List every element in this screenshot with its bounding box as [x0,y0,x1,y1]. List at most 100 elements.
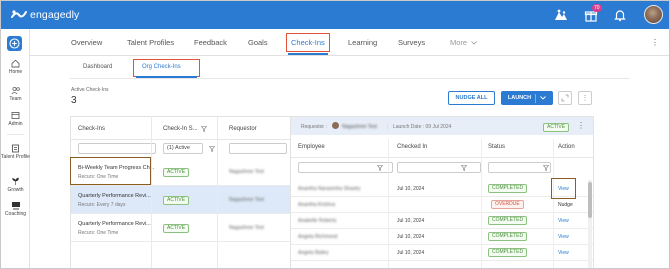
requestor-name: Nagashree Test [229,169,264,175]
nudge-link[interactable]: Nudge [558,202,573,208]
table-row: Anabelle Roberts Jul 10, 2024 COMPLETED … [291,213,593,229]
tab-goals[interactable]: Goals [248,38,268,47]
rail-label-admin: Admin [8,121,23,127]
filter-icon[interactable] [209,146,215,152]
rail-item-growth[interactable]: Growth [1,177,30,193]
subtab-dashboard[interactable]: Dashboard [83,64,112,70]
tab-surveys[interactable]: Surveys [398,38,425,47]
highlight-box-org-check-ins [133,59,200,77]
status-badge: ACTIVE [163,168,190,177]
launch-label: LAUNCH [507,95,532,101]
brand-logo[interactable]: engagedly [11,8,79,21]
main-nav: Overview Talent Profiles Feedback Goals … [30,29,669,56]
growth-icon [12,177,19,185]
subtab-underline [136,76,197,78]
check-in-name-filter[interactable] [78,143,156,154]
view-link[interactable]: View [558,250,569,256]
rail-item-coaching[interactable]: Coaching [1,201,30,217]
create-button[interactable] [7,36,22,51]
gift-icon[interactable]: 70 [584,4,602,22]
check-in-recurrence: Recurs: One Time [78,230,119,236]
rail-item-team[interactable]: Team [1,86,30,102]
view-link[interactable]: View [558,218,569,224]
main-content: Dashboard Org Check-Ins Active Check-Ins… [30,56,669,268]
col-header-status: Status [488,144,506,150]
launch-divider [535,93,537,103]
tab-talent-profiles[interactable]: Talent Profiles [127,38,174,47]
coaching-icon [11,202,20,210]
checked-in-date: Jul 10, 2024 [397,186,425,192]
col-header-action: Action [558,144,575,150]
checked-in-filter-icon[interactable] [461,165,467,171]
employee-filter-icon[interactable] [377,165,383,171]
expand-arrows-icon [561,94,569,102]
bell-icon[interactable] [613,8,627,22]
status-filter-icon[interactable] [201,126,207,132]
status-badge: COMPLETED [488,184,528,193]
requestor-label: Requestor : [301,124,327,130]
status-filter-icon[interactable] [543,165,549,171]
col-header-requestor: Requestor [229,126,257,132]
checked-in-date: Jul 10, 2024 [397,250,425,256]
left-rail: Home Team Admin Talent Profile Growth Co… [1,29,30,268]
checked-in-filter[interactable] [397,162,481,173]
team-icon [11,86,20,95]
expand-icon[interactable] [558,91,572,105]
nav-more-options-icon[interactable]: ⋮ [651,38,659,47]
subtabs-divider [70,78,630,79]
rail-label-growth: Growth [7,187,24,193]
panel-more-options-icon[interactable]: ⋮ [577,121,585,130]
nudge-all-button[interactable]: NUDGE ALL [448,91,495,105]
status-badge: ACTIVE [163,224,190,233]
status-filter[interactable] [488,162,551,173]
launch-date: Launch Date : 09 Jul 2024 [393,124,452,130]
col-header-check-ins: Check-Ins [78,126,106,132]
view-link[interactable]: View [558,234,569,240]
rail-item-home[interactable]: Home [1,59,30,75]
status-badge: ACTIVE [163,196,190,205]
column-divider [481,139,482,268]
column-divider [151,116,152,268]
user-avatar[interactable] [644,5,663,24]
check-in-detail-panel: Requestor : Nagashree Test | Launch Date… [290,116,594,268]
tab-overview[interactable]: Overview [71,38,102,47]
app-window: engagedly 70 Home Team Admin Talent Prof… [0,0,670,269]
more-options-button[interactable]: ⋮ [578,91,592,105]
admin-icon [11,112,20,119]
status-badge: OVERDUE [491,200,524,209]
requestor-filter[interactable] [229,143,287,154]
employee-name: Anantha Narasimha Shastry [298,186,361,192]
chevron-down-icon [471,41,477,45]
panel-scrollbar-thumb[interactable] [588,182,592,218]
header-separator: | [387,124,389,130]
active-check-ins-label: Active Check-Ins [71,87,109,93]
tab-more[interactable]: More [450,38,477,47]
status-filter-select[interactable]: (1) Active [163,143,203,154]
home-icon [11,59,20,68]
check-in-name[interactable]: Quarterly Performance Revi... [78,193,151,199]
rail-label-home: Home [8,69,23,75]
active-tab-underline [288,53,328,55]
top-bar: engagedly 70 [1,1,669,29]
checked-in-date: Jul 10, 2024 [397,234,425,240]
notification-badge: 70 [592,4,602,12]
employee-name: Anantha Krishna [298,202,335,208]
org-chart-icon[interactable] [554,8,568,22]
table-row: Anantha Krishna OVERDUE Nudge [291,197,593,213]
rail-item-talent-profile[interactable]: Talent Profile [1,144,30,160]
column-divider [388,139,389,268]
rail-label-team: Team [9,96,22,102]
employee-name: Angela Bailey [298,250,329,256]
check-in-name[interactable]: Quarterly Performance Revi... [78,221,151,227]
highlight-box-view [551,178,576,199]
tab-feedback[interactable]: Feedback [194,38,227,47]
panel-status-badge: ACTIVE [543,123,570,132]
rail-item-admin[interactable]: Admin [1,111,30,127]
requestor-name: Nagashree Test [229,225,264,231]
table-row[interactable]: Quarterly Performance Revi... Recurs: Ev… [71,186,293,214]
table-row: Angela Richmond Jul 10, 2024 COMPLETED V… [291,229,593,245]
highlight-box-row [70,157,151,185]
tab-learning[interactable]: Learning [348,38,377,47]
launch-button[interactable]: LAUNCH [501,91,553,105]
table-row[interactable]: Quarterly Performance Revi... Recurs: On… [71,214,293,242]
